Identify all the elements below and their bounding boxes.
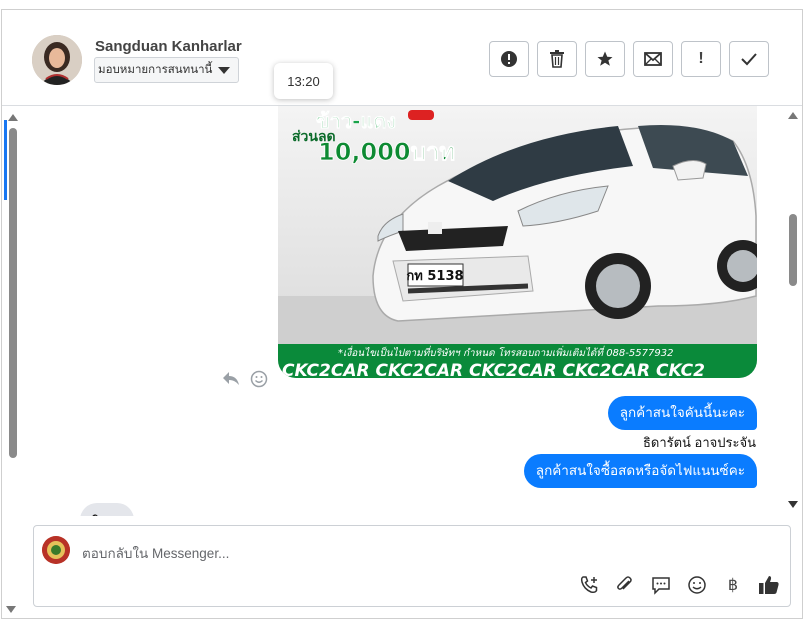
done-button[interactable] (729, 41, 769, 77)
saved-replies-button[interactable] (650, 574, 672, 596)
chat-bubble-icon (652, 577, 670, 595)
check-icon (741, 53, 757, 66)
paperclip-icon (617, 576, 632, 590)
trash-icon (550, 50, 564, 68)
reply-composer[interactable]: ตอบกลับใน Messenger... ฿ (33, 525, 791, 607)
message-thread: กท 5138 ข้าว-แดง ส่วนลด 10,000บาท *เงื่อ… (2, 106, 802, 516)
page-avatar (42, 536, 70, 564)
conversation-list-scrollbar[interactable] (6, 106, 20, 616)
scroll-down-arrow-icon[interactable] (788, 501, 798, 508)
scrollbar-thumb[interactable] (9, 128, 17, 458)
reply-icon[interactable] (222, 370, 240, 386)
react-emoji-icon[interactable] (250, 370, 268, 388)
payment-button[interactable]: ฿ (722, 574, 744, 596)
follow-up-button[interactable]: ! (681, 41, 721, 77)
thumbs-up-icon (759, 576, 779, 594)
outgoing-message[interactable]: ลูกค้าสนใจคันนี้นะคะ (607, 396, 757, 430)
exclamation-icon: ! (698, 50, 704, 67)
incoming-message[interactable]: ใช่ค่ะ (80, 503, 134, 516)
attach-file-button[interactable] (614, 574, 636, 596)
timestamp-tooltip: 13:20 (274, 63, 333, 99)
caret-down-icon (218, 66, 231, 74)
conversation-header: Sangduan Kanharlar มอบหมายการสนทนานี้ ! (2, 10, 802, 106)
emoji-button[interactable] (686, 574, 708, 596)
baht-icon: ฿ (727, 577, 739, 594)
car-image-attachment[interactable]: กท 5138 ข้าว-แดง ส่วนลด 10,000บาท *เงื่อ… (278, 106, 757, 378)
add-call-button[interactable] (578, 574, 600, 596)
conversation-actions: ! (489, 41, 769, 77)
outgoing-message[interactable]: ลูกค้าสนใจซื้อสดหรือจัดไฟแนนซ์คะ (523, 454, 757, 488)
star-button[interactable] (585, 41, 625, 77)
promo-footer: *เงื่อนไขเป็นไปตามที่บริษัทฯ กำหนด โทรสอ… (338, 345, 673, 359)
brand-banner: CKC2CAR CKC2CAR CKC2CAR CKC2CAR CKC2 (282, 361, 705, 378)
phone-plus-icon (580, 576, 598, 594)
plate-text: กท 5138 (406, 269, 463, 284)
contact-avatar[interactable] (32, 35, 82, 85)
star-icon (597, 51, 613, 66)
assign-conversation-dropdown[interactable]: มอบหมายการสนทนานี้ (94, 57, 240, 83)
message-tools (222, 370, 268, 388)
smiley-icon (688, 576, 706, 594)
mark-spam-button[interactable] (489, 41, 529, 77)
scroll-down-arrow-icon[interactable] (6, 606, 16, 613)
contact-name[interactable]: Sangduan Kanharlar (95, 38, 242, 55)
scroll-up-arrow-icon[interactable] (8, 114, 18, 121)
envelope-icon (644, 52, 662, 66)
assign-label: มอบหมายการสนทนานี้ (98, 64, 213, 76)
sender-name: ธิดารัตน์ อาจประจัน (642, 435, 756, 450)
conversation-panel: Sangduan Kanharlar มอบหมายการสนทนานี้ ! … (1, 9, 803, 619)
scroll-up-arrow-icon[interactable] (788, 112, 798, 119)
composer-toolbar: ฿ (578, 574, 780, 596)
car-photo: กท 5138 ข้าว-แดง ส่วนลด 10,000บาท *เงื่อ… (278, 106, 757, 378)
like-button[interactable] (758, 574, 780, 596)
thread-scrollbar[interactable] (786, 106, 800, 516)
mark-unread-button[interactable] (633, 41, 673, 77)
delete-button[interactable] (537, 41, 577, 77)
reply-input[interactable]: ตอบกลับใน Messenger... (82, 542, 229, 564)
alert-circle-icon (501, 51, 517, 67)
scrollbar-thumb[interactable] (789, 214, 797, 286)
promo-amount: 10,000บาท (318, 138, 455, 166)
